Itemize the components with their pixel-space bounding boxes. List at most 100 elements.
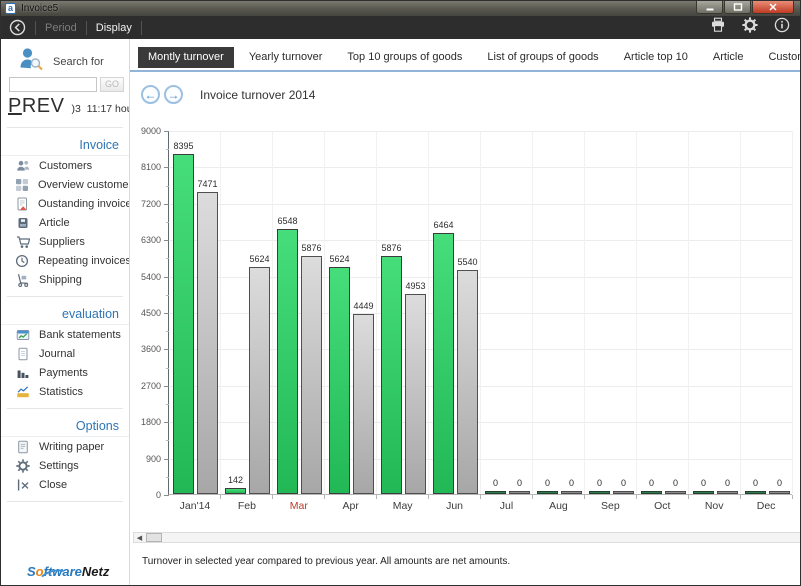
tab-yearly-turnover[interactable]: Yearly turnover [239,47,333,68]
sidebar-item-label: Settings [39,460,79,472]
sidebar-item-payments[interactable]: Payments [1,363,129,382]
tab-customers[interactable]: Customers [758,47,801,68]
bar-selected-year-Jan14 [173,154,194,494]
gridline [584,131,585,494]
tab-top-10-groups-of-goods[interactable]: Top 10 groups of goods [337,47,472,68]
gridline [428,131,429,494]
y-axis-tick [164,204,169,205]
sidebar-item-label: Payments [39,367,88,379]
menu-item-display[interactable]: Display [96,22,132,34]
gridline [376,131,377,494]
tab-montly-turnover[interactable]: Montly turnover [138,47,234,68]
gridline [740,131,741,494]
toolbar-separator [35,21,36,35]
search-input[interactable] [9,77,97,92]
x-axis-label-Sep: Sep [584,500,636,512]
sidebar-item-settings[interactable]: Settings [1,456,129,475]
bar-selected-year-Jun [433,233,454,494]
window-maximize-button[interactable] [724,1,751,14]
y-axis-minor-tick [166,258,169,259]
sidebar-item-suppliers[interactable]: Suppliers [1,232,129,251]
x-axis-labels: Jan'14FebMarAprMayJunJulAugSepOctNovDec [169,494,792,518]
search-row: Search for [1,39,129,73]
toolbar-right-icons [710,17,790,38]
y-axis-tick-label: 9000 [141,126,161,136]
search-label: Search for [53,56,104,68]
chart-title: Invoice turnover 2014 [200,88,315,102]
go-button[interactable]: GO [100,77,124,92]
payments-icon [15,366,30,380]
sidebar-item-label: Bank statements [39,329,121,341]
sidebar-item-close[interactable]: Close [1,475,129,494]
sidebar-item-repeating-invoices[interactable]: Repeating invoices [1,251,129,270]
toolbar-separator [141,21,142,35]
sidebar-section-evaluation: evaluation Bank statements Journal Payments… [1,301,129,401]
y-axis-minor-tick [166,331,169,332]
horizontal-scrollbar[interactable]: ◀ ▶ [133,532,801,543]
prev-period-button[interactable]: ← [141,85,160,104]
sidebar-item-statistics[interactable]: Statistics [1,382,129,401]
sidebar-item-label: Statistics [39,386,83,398]
close-icon [15,478,30,492]
sidebar-item-label: Customers [39,160,92,172]
section-header: Invoice [1,132,129,156]
sidebar-item-customers[interactable]: Customers [1,156,129,175]
section-header: Options [1,413,129,437]
sidebar-section-options: OptionsWriting paper Settings Close [1,413,129,494]
back-button[interactable] [9,19,26,36]
sidebar-item-oustanding-invoices[interactable]: Oustanding invoices [1,194,129,213]
y-axis-tick [164,277,169,278]
info-button[interactable] [774,17,790,38]
y-axis-tick-label: 3600 [141,344,161,354]
section-header: evaluation [1,301,129,325]
next-period-button[interactable]: → [164,85,183,104]
scroll-left-arrow[interactable]: ◀ [134,533,145,542]
softwarenetz-logo: SoftwareNetz [27,564,109,579]
search-controls: GO [1,73,129,92]
section-divider [7,127,123,128]
logo-part: S [27,564,36,579]
tab-article-top-10[interactable]: Article top 10 [614,47,698,68]
window-close-icon [768,2,778,12]
settings-icon [15,459,30,473]
y-axis-tick-label: 1800 [141,417,161,427]
sidebar-item-article[interactable]: Article [1,213,129,232]
window-title: Invoice5 [21,3,58,14]
x-axis-label-Dec: Dec [740,500,792,512]
y-axis-tick [164,167,169,168]
suppliers-icon [15,235,30,249]
title-bar: a Invoice5 [1,1,800,16]
window-minimize-button[interactable] [696,1,723,14]
window-controls [696,1,794,14]
sidebar-item-shipping[interactable]: Shipping [1,270,129,289]
scrollbar-thumb[interactable] [146,533,162,542]
y-axis-tick-label: 8100 [141,162,161,172]
y-axis-tick [164,459,169,460]
sidebar-item-label: Overview customers [38,179,138,191]
window-close-button[interactable] [752,1,794,14]
bar-previous-year-Jun [457,270,478,494]
bar-value-label: 5624 [239,254,280,264]
sidebar-item-writing-paper[interactable]: Writing paper [1,437,129,456]
customers-icon [15,159,30,173]
y-axis-tick [164,313,169,314]
y-axis: 0900180027003600450054006300720081009000 [132,131,166,495]
sidebar-item-journal[interactable]: Journal [1,344,129,363]
app-icon: a [5,3,16,14]
logo-part: Netz [82,564,109,579]
journal-icon [15,347,30,361]
print-button[interactable] [710,17,726,38]
bar-value-label: 7471 [187,179,228,189]
sidebar-item-overview-customers[interactable]: Overview customers [1,175,129,194]
y-axis-tick-label: 900 [146,454,161,464]
back-arrow-icon [9,19,26,36]
settings-button[interactable] [742,17,758,38]
window-maximize-icon [733,2,743,12]
tab-list-of-groups-of-goods[interactable]: List of groups of goods [477,47,608,68]
bar-value-label: 5876 [291,243,332,253]
bar-previous-year-Jan14 [197,192,218,494]
y-axis-tick [164,240,169,241]
sidebar-item-bank-statements[interactable]: Bank statements [1,325,129,344]
tab-article[interactable]: Article [703,47,754,68]
x-axis-label-Jul: Jul [481,500,533,512]
